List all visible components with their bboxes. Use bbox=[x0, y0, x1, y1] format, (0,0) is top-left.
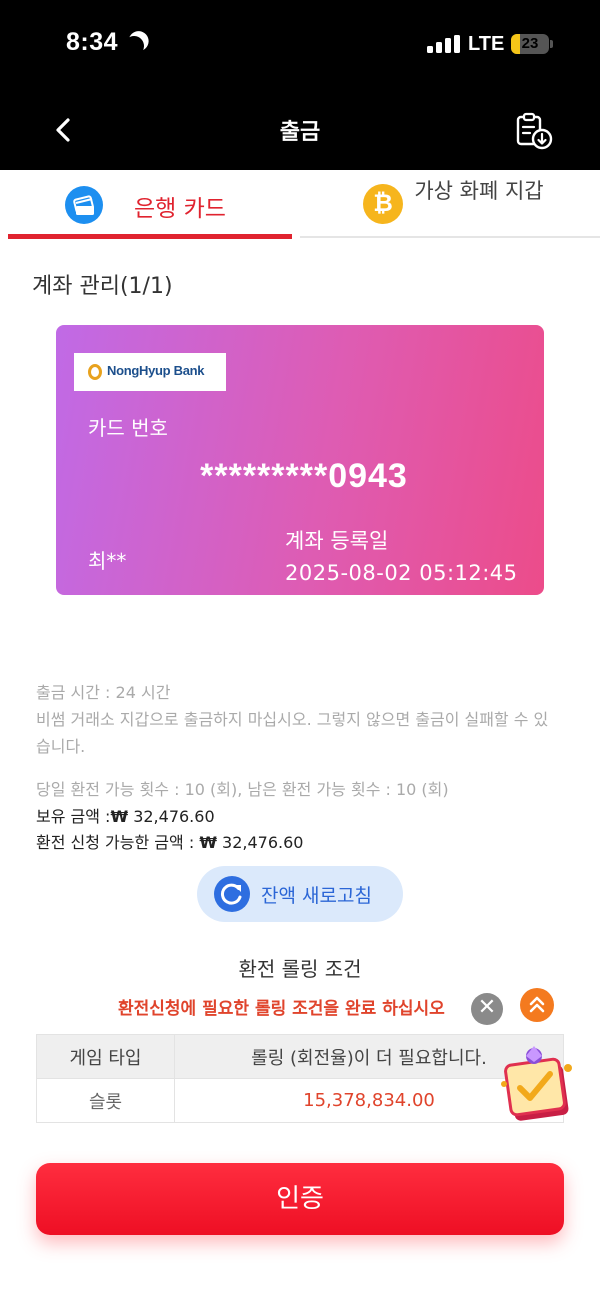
bank-card[interactable]: NongHyup Bank 카드 번호 *********0943 최** 계좌… bbox=[56, 325, 544, 595]
page-title: 출금 bbox=[279, 120, 321, 145]
tab-crypto-wallet[interactable]: ₿ 가상 화폐 지갑 bbox=[300, 170, 600, 242]
bank-logo: NongHyup Bank bbox=[74, 353, 226, 391]
bank-name: NongHyup Bank bbox=[107, 363, 205, 378]
available-label: 환전 신청 가능한 금액 : bbox=[36, 833, 200, 852]
gift-icon[interactable] bbox=[496, 1044, 580, 1124]
bitcoin-icon: ₿ bbox=[363, 184, 403, 224]
status-time: 8:34 bbox=[66, 28, 119, 56]
tab-bank-card[interactable]: 은행 카드 bbox=[8, 170, 292, 242]
status-bar: 8:34 LTE 23 bbox=[0, 0, 600, 90]
moon-icon bbox=[121, 33, 147, 59]
available-value: 32,476.60 bbox=[216, 833, 304, 852]
bank-logo-icon bbox=[88, 364, 102, 380]
method-tabs: 은행 카드 ₿ 가상 화폐 지갑 bbox=[0, 170, 600, 242]
confirm-button[interactable]: 인증 bbox=[36, 1163, 564, 1235]
column-header: 게임 타입 bbox=[36, 1034, 175, 1079]
refresh-balance-label: 잔액 새로고침 bbox=[261, 885, 372, 907]
battery-tip bbox=[550, 40, 553, 48]
exchange-count: 당일 환전 가능 횟수 : 10 (회), 남은 환전 가능 횟수 : 10 (… bbox=[36, 780, 449, 799]
table-header-row: 게임 타입 롤링 (회전율)이 더 필요합니다. bbox=[36, 1034, 564, 1079]
balance-label: 보유 금액 : bbox=[36, 807, 111, 826]
account-management-title: 계좌 관리(1/1) bbox=[32, 274, 173, 299]
currency-symbol: ₩ bbox=[199, 833, 217, 852]
withdraw-warning: 비썸 거래소 지갑으로 출금하지 마십시오. 그렇지 않으면 출금이 실패할 수… bbox=[36, 710, 549, 756]
bank-card-icon bbox=[65, 186, 103, 224]
rolling-title: 환전 롤링 조건 bbox=[238, 957, 362, 981]
battery-level: 23 bbox=[521, 35, 539, 52]
balance-line: 보유 금액 :₩ 32,476.60 bbox=[36, 803, 215, 830]
card-number-label: 카드 번호 bbox=[88, 416, 168, 440]
game-type-cell: 슬롯 bbox=[36, 1078, 175, 1123]
tab-bank-card-label: 은행 카드 bbox=[134, 196, 226, 222]
refresh-icon bbox=[214, 876, 250, 912]
history-icon[interactable] bbox=[514, 112, 554, 150]
network-label: LTE bbox=[468, 33, 505, 55]
app-header: 출금 bbox=[0, 90, 600, 170]
signal-icon bbox=[427, 35, 461, 53]
register-date: 2025-08-02 05:12:45 bbox=[285, 561, 518, 585]
available-line: 환전 신청 가능한 금액 : ₩ 32,476.60 bbox=[36, 829, 303, 856]
tab-crypto-wallet-label: 가상 화폐 지갑 bbox=[414, 179, 544, 203]
rolling-table: 게임 타입 롤링 (회전율)이 더 필요합니다. 슬롯 15,378,834.0… bbox=[36, 1034, 564, 1123]
refresh-balance-button[interactable]: 잔액 새로고침 bbox=[197, 866, 403, 922]
currency-symbol: ₩ bbox=[110, 807, 129, 826]
table-row: 슬롯 15,378,834.00 bbox=[36, 1078, 564, 1123]
rolling-warning: 환전신청에 필요한 롤링 조건을 완료 하십시오 bbox=[118, 999, 445, 1019]
close-icon[interactable]: ✕ bbox=[471, 993, 503, 1025]
active-tab-indicator bbox=[8, 234, 292, 239]
card-holder: 최** bbox=[88, 549, 127, 573]
register-date-label: 계좌 등록일 bbox=[285, 529, 389, 553]
tab-divider bbox=[300, 236, 600, 238]
chevron-up-icon[interactable] bbox=[520, 988, 554, 1022]
card-number: *********0943 bbox=[200, 457, 408, 495]
withdraw-time: 출금 시간 : 24 시간 bbox=[36, 683, 171, 702]
balance-value: 32,476.60 bbox=[128, 807, 215, 826]
battery-icon: 23 bbox=[511, 34, 549, 54]
